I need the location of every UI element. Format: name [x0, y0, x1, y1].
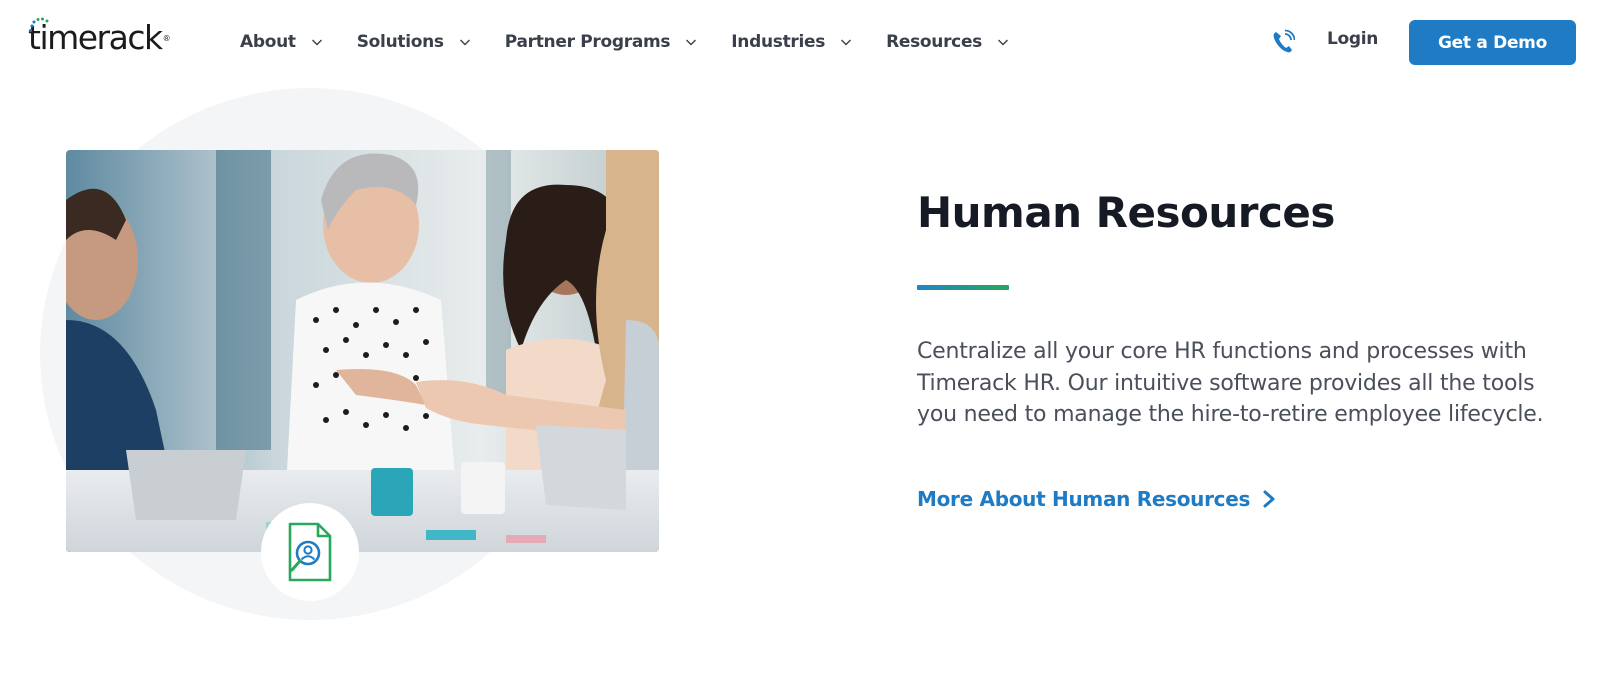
- main-nav: About Solutions Partner Programs Industr…: [240, 26, 1009, 58]
- section-title: Human Resources: [917, 188, 1335, 237]
- nav-item-industries[interactable]: Industries: [731, 26, 852, 58]
- login-link[interactable]: Login: [1327, 29, 1378, 49]
- hero-photo-handshake: [66, 150, 659, 552]
- nav-label: About: [240, 32, 296, 52]
- chevron-down-icon: [998, 39, 1008, 46]
- nav-item-partner-programs[interactable]: Partner Programs: [505, 26, 698, 58]
- nav-label: Solutions: [356, 32, 444, 52]
- chevron-right-icon: [1263, 490, 1275, 508]
- nav-item-solutions[interactable]: Solutions: [357, 26, 471, 58]
- nav-label: Resources: [886, 32, 982, 52]
- chevron-down-icon: [686, 39, 697, 46]
- nav-item-about[interactable]: About: [240, 26, 323, 58]
- more-link-label: More About Human Resources: [917, 487, 1251, 511]
- nav-label: Partner Programs: [504, 32, 671, 52]
- timerack-logo[interactable]: timerack ®: [28, 17, 171, 58]
- get-a-demo-button[interactable]: Get a Demo: [1409, 20, 1576, 65]
- photo-illustration: [66, 150, 659, 552]
- chevron-down-icon: [459, 39, 470, 46]
- section-description: Centralize all your core HR functions an…: [917, 339, 1544, 427]
- nav-label: Industries: [731, 32, 826, 52]
- chevron-down-icon: [841, 39, 852, 46]
- logo-registered-mark: ®: [162, 33, 171, 43]
- chevron-down-icon: [311, 39, 322, 46]
- phone-icon[interactable]: [1271, 29, 1295, 55]
- hr-document-person-icon: [288, 522, 332, 582]
- more-about-human-resources-link[interactable]: More About Human Resources: [917, 487, 1276, 511]
- nav-item-resources[interactable]: Resources: [886, 26, 1009, 58]
- site-header: timerack ® About Solutions Partner Progra…: [0, 0, 1600, 86]
- logo-dots-icon: [29, 17, 49, 32]
- hr-badge: [261, 503, 359, 601]
- title-underline-divider: [917, 285, 1009, 290]
